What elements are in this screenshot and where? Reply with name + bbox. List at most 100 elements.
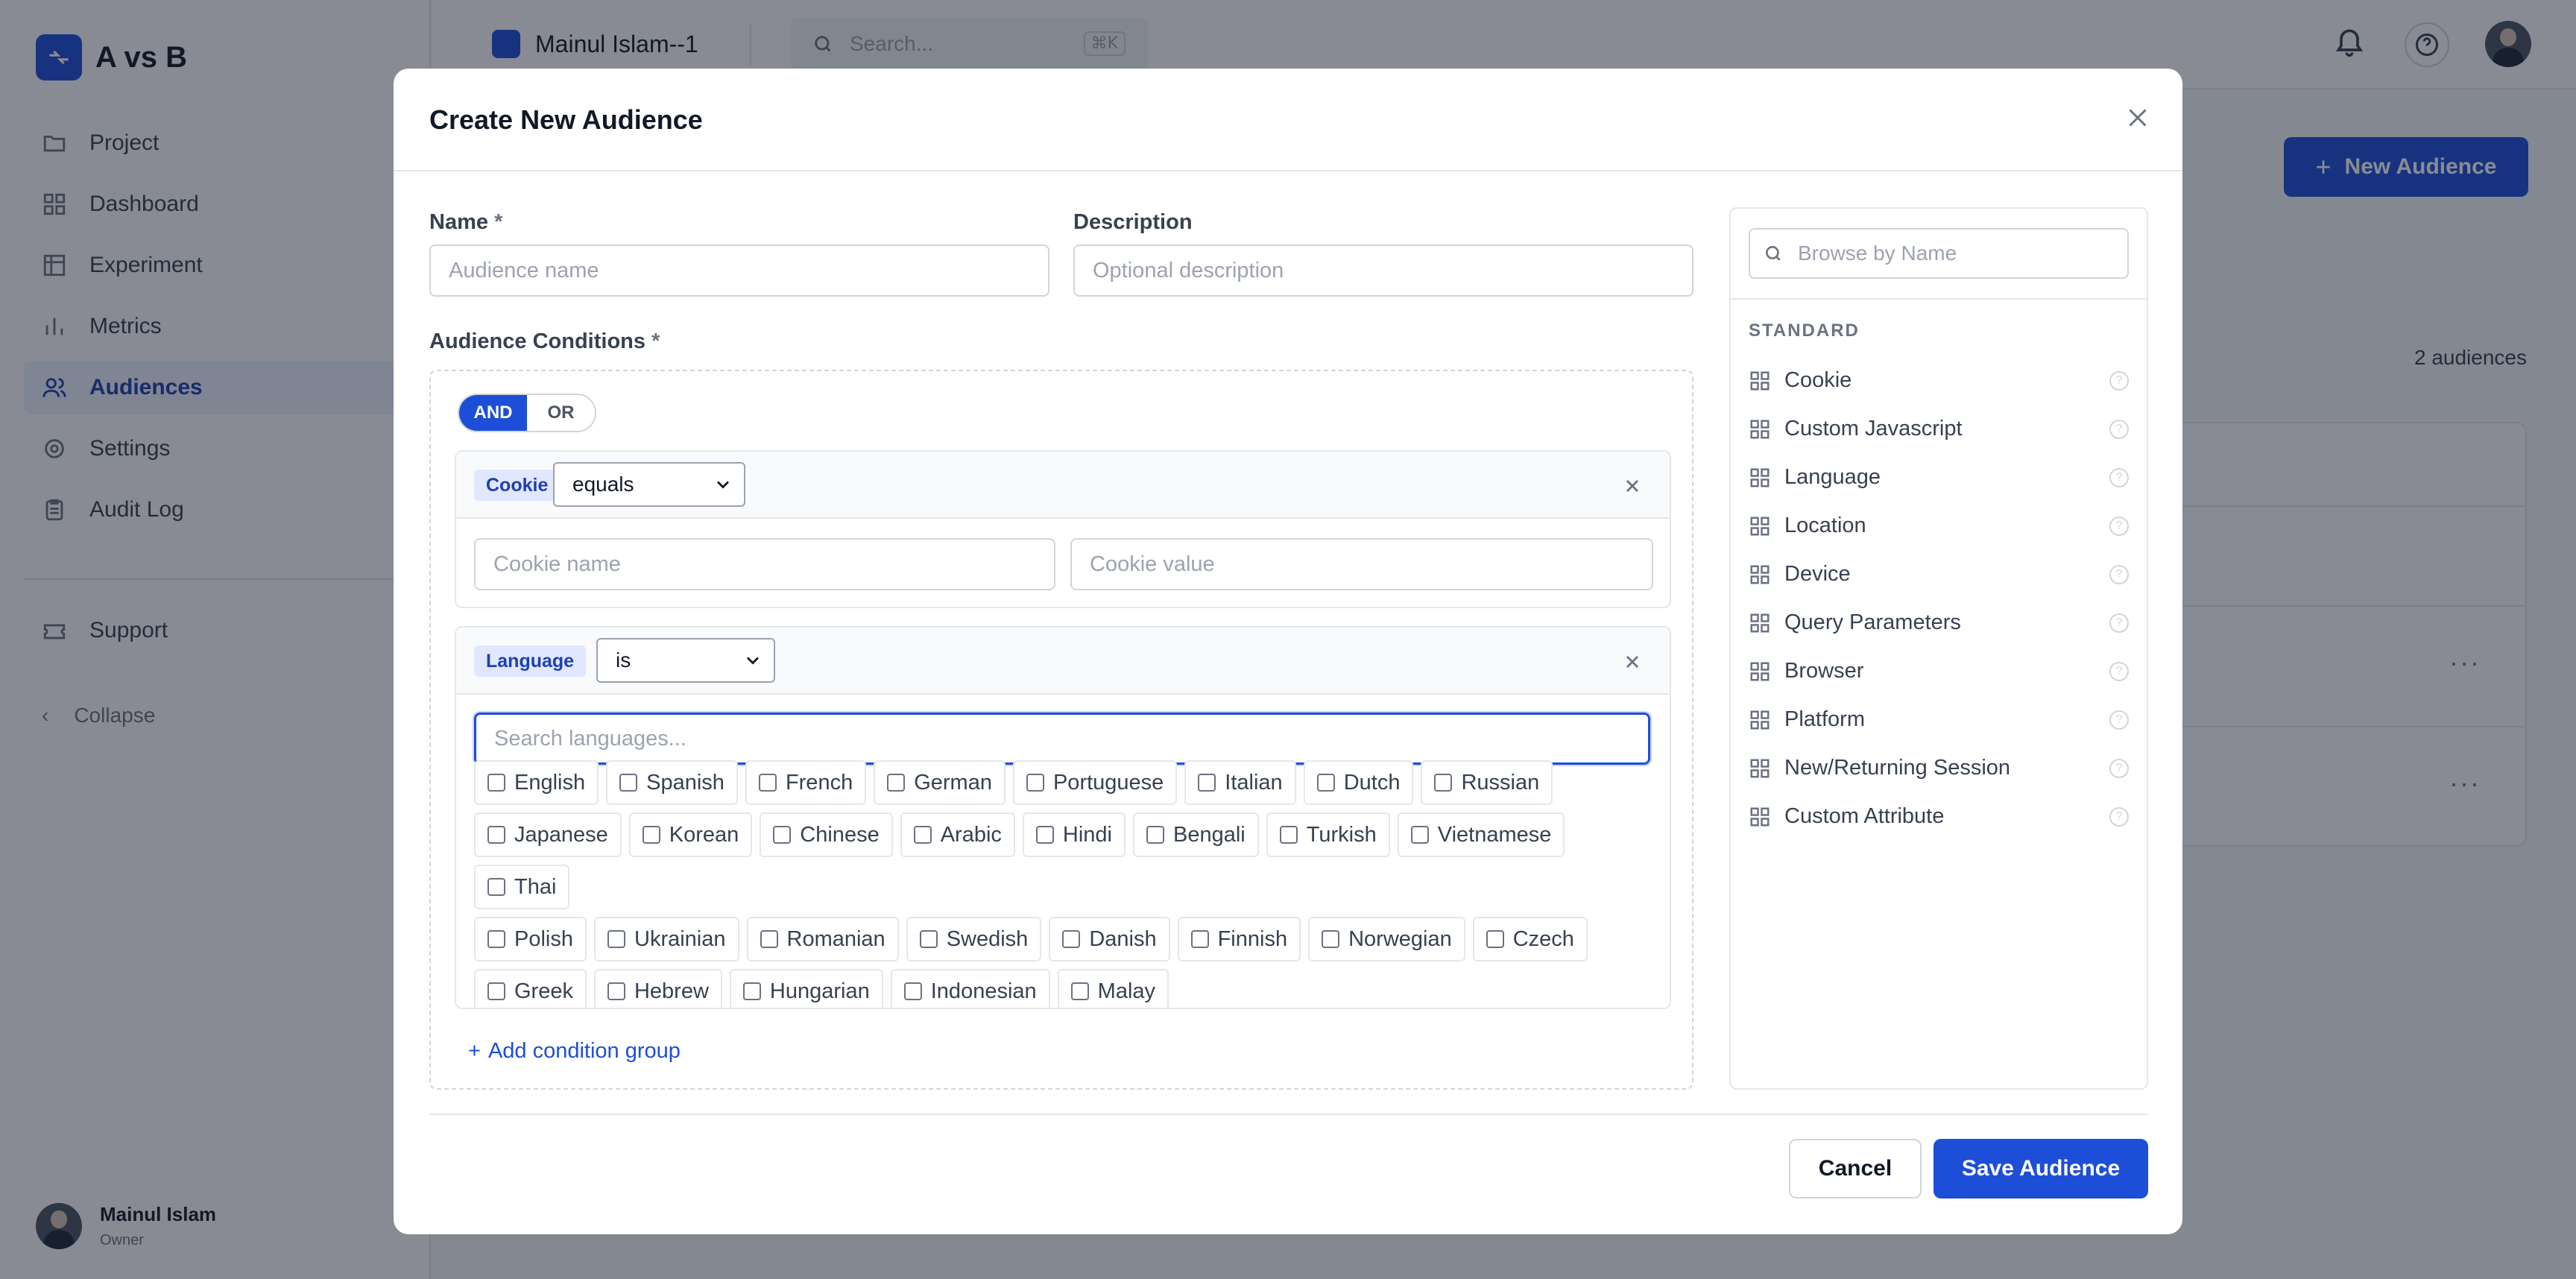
attribute-item[interactable]: Query Parameters? (1749, 599, 2129, 647)
language-option[interactable]: Ukrainian (594, 917, 739, 961)
checkbox[interactable] (773, 826, 792, 844)
help-icon[interactable]: ? (2109, 565, 2129, 584)
help-icon[interactable]: ? (2109, 759, 2129, 778)
operator-select[interactable]: equals (553, 462, 745, 507)
language-option[interactable]: Bengali (1133, 812, 1259, 857)
checkbox[interactable] (607, 982, 625, 1000)
checkbox[interactable] (1279, 826, 1298, 844)
checkbox[interactable] (487, 930, 505, 948)
language-option[interactable]: Romanian (746, 917, 899, 961)
checkbox[interactable] (742, 982, 761, 1000)
checkbox[interactable] (1198, 774, 1216, 792)
language-option[interactable]: Indonesian (890, 969, 1050, 1008)
checkbox[interactable] (758, 774, 777, 792)
checkbox[interactable] (1146, 826, 1164, 844)
cancel-button[interactable]: Cancel (1789, 1139, 1922, 1199)
checkbox[interactable] (913, 826, 932, 844)
remove-condition-icon[interactable] (1622, 476, 1643, 496)
name-label: Name * (429, 210, 503, 234)
language-option[interactable]: Korean (628, 812, 753, 857)
add-condition-group-button[interactable]: + Add condition group (468, 1039, 681, 1064)
logic-and-button[interactable]: AND (459, 395, 527, 431)
checkbox[interactable] (903, 982, 922, 1000)
language-option[interactable]: Malay (1057, 969, 1169, 1008)
language-option[interactable]: Chinese (760, 812, 893, 857)
checkbox[interactable] (1434, 774, 1453, 792)
help-icon[interactable]: ? (2109, 710, 2129, 730)
attribute-item[interactable]: New/Returning Session? (1749, 744, 2129, 792)
attribute-item[interactable]: Cookie? (1749, 356, 2129, 405)
cookie-value-input[interactable] (1070, 538, 1653, 590)
checkbox[interactable] (1190, 930, 1209, 948)
browse-attributes-input[interactable]: Browse by Name (1749, 228, 2129, 279)
checkbox[interactable] (487, 982, 505, 1000)
attribute-item[interactable]: Location? (1749, 502, 2129, 550)
checkbox[interactable] (487, 878, 505, 896)
attribute-item[interactable]: Browser? (1749, 647, 2129, 695)
audience-name-input[interactable] (429, 244, 1049, 297)
language-option[interactable]: Greek (474, 969, 587, 1008)
help-icon[interactable]: ? (2109, 420, 2129, 439)
language-option[interactable]: Polish (474, 917, 587, 961)
logic-or-button[interactable]: OR (527, 395, 595, 431)
checkbox[interactable] (1070, 982, 1089, 1000)
language-option[interactable]: Japanese (474, 812, 622, 857)
language-option[interactable]: French (745, 760, 867, 805)
remove-condition-icon[interactable] (1622, 651, 1643, 672)
attribute-item[interactable]: Platform? (1749, 695, 2129, 744)
attribute-item[interactable]: Device? (1749, 550, 2129, 599)
chevron-down-icon (747, 657, 759, 665)
help-icon[interactable]: ? (2109, 662, 2129, 681)
attribute-item[interactable]: Language? (1749, 453, 2129, 502)
language-option[interactable]: Portuguese (1012, 760, 1178, 805)
checkbox[interactable] (607, 930, 625, 948)
language-option[interactable]: Danish (1049, 917, 1170, 961)
checkbox[interactable] (1035, 826, 1054, 844)
help-icon[interactable]: ? (2109, 613, 2129, 633)
checkbox[interactable] (1322, 930, 1340, 948)
language-option[interactable]: German (874, 760, 1006, 805)
save-audience-button[interactable]: Save Audience (1933, 1139, 2148, 1199)
language-option[interactable]: Vietnamese (1397, 812, 1565, 857)
language-option[interactable]: Norwegian (1308, 917, 1465, 961)
language-option[interactable]: Swedish (906, 917, 1042, 961)
grid-icon (1750, 662, 1770, 680)
checkbox[interactable] (1062, 930, 1081, 948)
modal-title: Create New Audience (429, 104, 703, 135)
help-icon[interactable]: ? (2109, 468, 2129, 487)
language-option[interactable]: Dutch (1303, 760, 1414, 805)
checkbox[interactable] (1486, 930, 1504, 948)
checkbox[interactable] (760, 930, 778, 948)
checkbox[interactable] (487, 774, 505, 792)
description-input[interactable] (1073, 244, 1693, 297)
language-option[interactable]: English (474, 760, 599, 805)
language-option[interactable]: Turkish (1266, 812, 1390, 857)
attribute-item[interactable]: Custom Attribute? (1749, 792, 2129, 841)
language-option[interactable]: Hebrew (593, 969, 722, 1008)
help-icon[interactable]: ? (2109, 517, 2129, 536)
checkbox[interactable] (642, 826, 660, 844)
checkbox[interactable] (487, 826, 505, 844)
checkbox[interactable] (1026, 774, 1044, 792)
checkbox[interactable] (919, 930, 938, 948)
language-option[interactable]: Czech (1472, 917, 1588, 961)
checkbox[interactable] (1316, 774, 1335, 792)
close-icon[interactable] (2124, 104, 2151, 131)
language-option[interactable]: Hungarian (729, 969, 883, 1008)
language-option[interactable]: Thai (474, 865, 570, 909)
language-option[interactable]: Arabic (900, 812, 1015, 857)
checkbox[interactable] (887, 774, 906, 792)
language-search-input[interactable] (473, 711, 1652, 766)
language-option[interactable]: Hindi (1022, 812, 1126, 857)
help-icon[interactable]: ? (2109, 371, 2129, 391)
checkbox[interactable] (619, 774, 638, 792)
cookie-name-input[interactable] (474, 538, 1055, 590)
checkbox[interactable] (1410, 826, 1429, 844)
language-option[interactable]: Finnish (1177, 917, 1301, 961)
operator-select[interactable]: is (596, 638, 775, 683)
help-icon[interactable]: ? (2109, 807, 2129, 827)
language-option[interactable]: Spanish (606, 760, 738, 805)
language-option[interactable]: Italian (1184, 760, 1296, 805)
attribute-item[interactable]: Custom Javascript? (1749, 405, 2129, 453)
language-option[interactable]: Russian (1421, 760, 1553, 805)
